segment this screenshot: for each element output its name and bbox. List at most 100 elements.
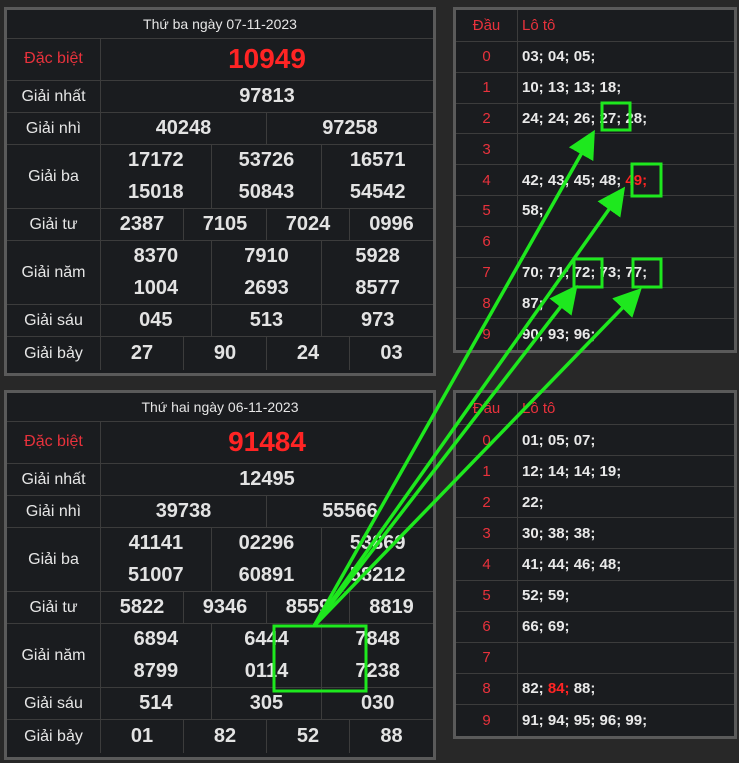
loto-tails: 70; 71; 72; 73; 77;: [518, 258, 734, 289]
loto-tails: 91; 94; 95; 96; 99;: [518, 705, 734, 736]
prize-values: 40248 97258: [101, 113, 433, 145]
loto-tails-text: 03; 04; 05;: [522, 48, 596, 66]
prize-number: 24: [267, 337, 350, 370]
prize-number: 0114: [212, 655, 323, 687]
special-prize-number: 10949: [228, 43, 306, 74]
prize-number: 01: [101, 720, 184, 753]
prize-number: 53869: [349, 532, 406, 555]
prize-number: 5822: [101, 592, 184, 623]
loto-tails-text: 52; 59;: [522, 587, 570, 605]
prize-number: 8799: [101, 655, 212, 687]
prize-number: 6894: [101, 624, 212, 656]
prize-number: 7105: [184, 209, 267, 240]
loto-tails-text: 24; 24; 26; 27; 28;: [522, 109, 648, 127]
loto-head-digit: 0: [456, 42, 518, 73]
prize-number: 97258: [322, 117, 378, 139]
prize-label: Giải tư: [7, 592, 101, 624]
prize-number: 90: [184, 337, 267, 370]
loto-highlight-number: 49;: [625, 171, 648, 189]
loto-highlight-number: 84;: [547, 680, 570, 698]
prize-number: 9346: [184, 592, 267, 623]
prize-label: Giải năm: [7, 241, 101, 305]
prize-number: 54542: [349, 180, 406, 203]
prize-number: 27: [101, 337, 184, 370]
loto-tails: 52; 59;: [518, 581, 734, 612]
prize-label: Giải sáu: [7, 305, 101, 337]
loto-tails-text: 82;: [522, 680, 548, 698]
loto-tails-text: 01; 05; 07;: [522, 431, 596, 449]
prize-label: Giải nhất: [7, 81, 101, 113]
loto-tails: [518, 227, 734, 258]
prize-values: 514 305 030: [101, 688, 433, 720]
loto-tails: 41; 44; 46; 48;: [518, 549, 734, 581]
prize-label: Giải nhì: [7, 113, 101, 145]
prize-values: 97813: [101, 81, 433, 113]
prize-label: Giải năm: [7, 624, 101, 688]
loto-head-digit: 5: [456, 580, 518, 612]
prize-number: 7024: [267, 209, 350, 240]
loto-head-digit: 8: [456, 288, 518, 320]
loto-tails: 90; 93; 96;: [518, 319, 734, 350]
prize-label: Giải nhất: [7, 464, 101, 496]
loto-tails: 12; 14; 14; 19;: [518, 456, 734, 488]
prize-number: 16571: [349, 149, 406, 172]
loto-tails: 66; 69;: [518, 612, 734, 643]
prize-number: 2387: [101, 209, 184, 240]
prize-number: 514: [101, 688, 212, 719]
loto-tails-text: 90; 93; 96;: [522, 326, 596, 344]
prize-label: Đặc biệt: [7, 38, 101, 81]
loto-tails: [518, 643, 734, 674]
loto-tails-text: 12; 14; 14; 19;: [522, 462, 622, 480]
prize-number: 15018: [101, 176, 212, 208]
loto-head-digit: 2: [456, 103, 518, 135]
prize-number: 12495: [239, 468, 295, 490]
loto-table-top: Đầu Lô tô 0 03; 04; 05; 1 10; 13; 13; 18; 2 24;…: [453, 7, 737, 353]
loto-head-digit: 8: [456, 673, 518, 705]
loto-tails-text: 42; 43; 45; 48;: [522, 171, 626, 189]
loto-head-digit: 7: [456, 257, 518, 289]
draw-date: Thứ hai ngày 06-11-2023: [7, 393, 433, 422]
results-table-bottom: Thứ hai ngày 06-11-2023 Đặc biệt 91484 Giải…: [4, 390, 436, 760]
prize-number: 41141: [101, 528, 212, 560]
prize-values: 39738 55566: [101, 496, 433, 528]
prize-number: 8559: [267, 592, 350, 623]
results-table-top: Thứ ba ngày 07-11-2023 Đặc biệt 10949 Giải …: [4, 7, 436, 376]
loto-head-digit: 5: [456, 195, 518, 227]
loto-head-digit: 6: [456, 226, 518, 258]
prize-number: 2693: [212, 272, 323, 304]
loto-column-header: Lô tô: [518, 393, 734, 425]
prize-number: 305: [212, 688, 323, 719]
prize-values: 27 90 24 03: [101, 337, 433, 370]
loto-tails: 87;: [518, 288, 734, 320]
prize-label: Đặc biệt: [7, 421, 101, 464]
prize-values: 12495: [101, 464, 433, 496]
loto-head-digit: 9: [456, 319, 518, 350]
prize-number: 6444: [212, 624, 323, 656]
prize-values: 01 82 52 88: [101, 720, 433, 753]
loto-head-digit: 4: [456, 549, 518, 581]
loto-tails-text: 66; 69;: [522, 618, 570, 636]
head-column-header: Đầu: [456, 10, 518, 42]
prize-number: 7848: [355, 628, 400, 651]
prize-number: 0996: [369, 213, 414, 235]
prize-number: 39738: [101, 496, 267, 527]
prize-number: 513: [212, 305, 323, 336]
prize-number: 53726: [212, 145, 323, 177]
loto-head-digit: 0: [456, 425, 518, 457]
loto-tails: 03; 04; 05;: [518, 42, 734, 73]
loto-head-digit: 3: [456, 518, 518, 550]
loto-tails: 82; 84; 88;: [518, 674, 734, 705]
prize-values: 41141 02296 53869 51007 60891 58212: [101, 528, 433, 592]
loto-head-digit: 1: [456, 72, 518, 104]
prize-label: Giải bảy: [7, 720, 101, 753]
loto-head-digit: 3: [456, 134, 518, 166]
loto-head-digit: 1: [456, 456, 518, 488]
prize-number: 030: [360, 692, 395, 714]
prize-number: 7910: [212, 241, 323, 273]
special-prize-number: 91484: [228, 426, 306, 457]
prize-values: 17172 53726 16571 15018 50843 54542: [101, 145, 433, 209]
prize-number: 1004: [101, 272, 212, 304]
loto-head-digit: 6: [456, 611, 518, 643]
loto-tails: 24; 24; 26; 27; 28;: [518, 104, 734, 135]
prize-number: 97813: [239, 85, 295, 107]
